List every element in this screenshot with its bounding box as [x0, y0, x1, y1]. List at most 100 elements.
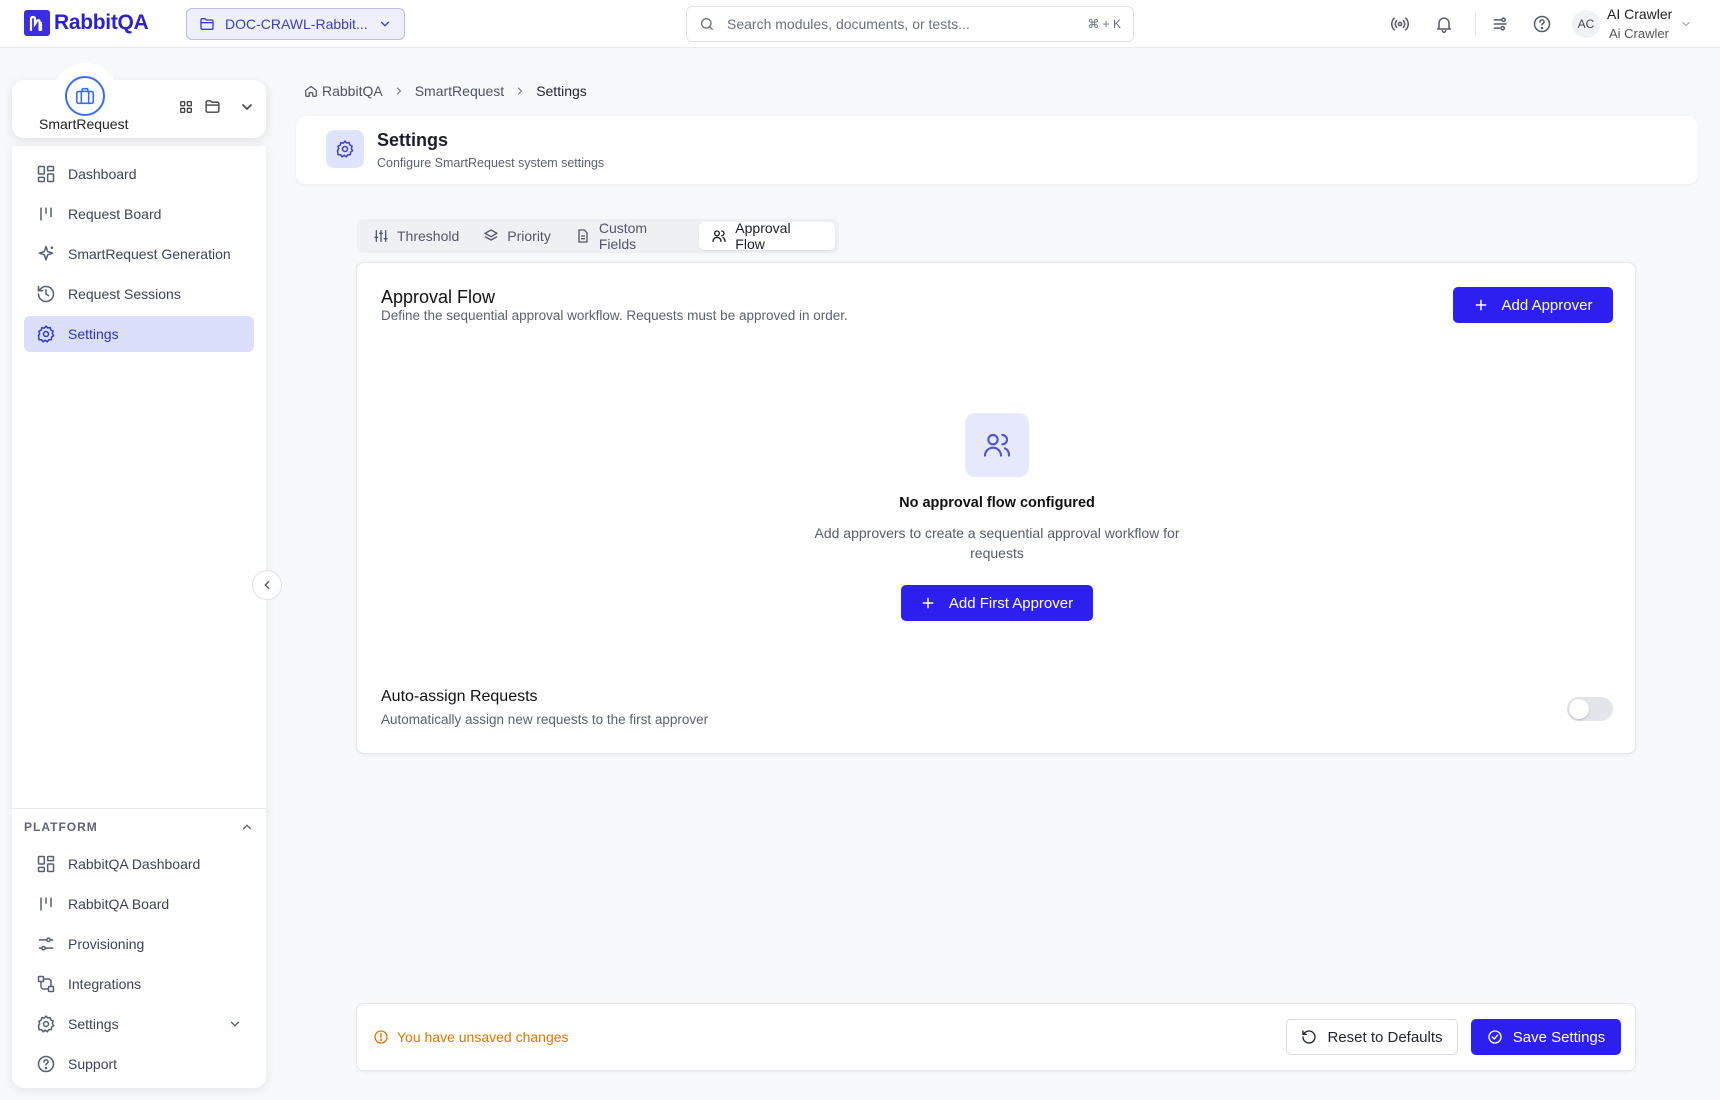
sidebar-item-label: Dashboard [68, 166, 137, 182]
sidebar-item-label: RabbitQA Board [68, 896, 170, 912]
chevron-right-icon [514, 85, 526, 97]
sidebar-item-smartrequest-generation[interactable]: SmartRequest Generation [24, 236, 254, 272]
sidebar-item-label: Settings [68, 326, 119, 342]
theme-icon[interactable] [1491, 14, 1511, 34]
unsaved-text: You have unsaved changes [397, 1029, 569, 1045]
tab-label: Approval Flow [735, 220, 791, 252]
sliders-icon [36, 934, 56, 954]
tab-label: Custom Fields [598, 220, 648, 252]
dashboard-icon [36, 164, 56, 184]
sidebar-item-label: SmartRequest Generation [68, 246, 231, 262]
module-name: SmartRequest [39, 116, 129, 132]
page-subtitle: Configure SmartRequest system settings [377, 156, 605, 170]
reset-icon [1301, 1029, 1317, 1045]
tab-priority[interactable]: Priority [471, 222, 563, 250]
sidebar-item-label: Support [68, 1056, 118, 1072]
module-actions [178, 98, 255, 115]
approval-flow-card: Approval Flow Define the sequential appr… [356, 262, 1636, 754]
section-description: Define the sequential approval workflow.… [381, 308, 848, 323]
settings-tabs: Threshold Priority Custom Fields Approva… [357, 219, 839, 253]
sidebar-item-provisioning[interactable]: Provisioning [24, 926, 254, 962]
chevron-down-icon[interactable] [239, 99, 255, 115]
project-select[interactable]: DOC-CRAWL-Rabbit... [186, 8, 405, 40]
divider [1475, 12, 1476, 36]
sidebar-item-label: Request Board [68, 206, 162, 222]
button-label: Add First Approver [948, 594, 1074, 612]
auto-assign-toggle[interactable] [1567, 697, 1613, 721]
empty-state-title: No approval flow configured [899, 495, 1095, 511]
button-label: Reset to Defaults [1327, 1028, 1443, 1046]
tab-label: Threshold [397, 228, 460, 244]
chevron-down-icon [378, 17, 392, 31]
breadcrumb-home[interactable]: RabbitQA [304, 83, 383, 99]
plus-icon [921, 596, 935, 610]
folder-icon [199, 16, 215, 32]
sidebar-item-label: RabbitQA Dashboard [68, 856, 201, 872]
integration-icon [36, 974, 56, 994]
breadcrumb-item[interactable]: SmartRequest [415, 83, 504, 99]
button-label: Add Approver [1501, 296, 1593, 314]
bell-icon[interactable] [1434, 14, 1454, 34]
save-settings-button[interactable]: Save Settings [1471, 1019, 1621, 1055]
section-title: Approval Flow [381, 287, 496, 307]
chevron-down-icon[interactable] [228, 1017, 242, 1031]
section-heading: PLATFORM [24, 820, 98, 834]
button-label: Save Settings [1512, 1028, 1606, 1046]
module-switcher: SmartRequest [12, 63, 266, 138]
sidebar-item-request-sessions[interactable]: Request Sessions [24, 276, 254, 312]
reset-defaults-button[interactable]: Reset to Defaults [1286, 1019, 1458, 1055]
sidebar-item-platform-settings[interactable]: Settings [24, 1006, 254, 1042]
chevron-right-icon [393, 85, 405, 97]
unsaved-notice: You have unsaved changes [373, 1029, 569, 1045]
sparkle-icon [36, 244, 56, 264]
tab-approval-flow[interactable]: Approval Flow [699, 220, 835, 252]
sidebar-item-label: Settings [68, 1016, 119, 1032]
broadcast-icon[interactable] [1390, 14, 1410, 34]
sidebar-item-dashboard[interactable]: Dashboard [24, 156, 254, 192]
sidebar-item-label: Request Sessions [68, 286, 181, 302]
logo-text: RabbitQA [54, 11, 149, 34]
gear-icon [326, 130, 364, 168]
breadcrumb: RabbitQA SmartRequest Settings [304, 83, 587, 99]
breadcrumb-item: RabbitQA [322, 83, 383, 99]
sidebar-item-integrations[interactable]: Integrations [24, 966, 254, 1002]
sidebar-item-settings[interactable]: Settings [24, 316, 254, 352]
avatar[interactable]: AC [1572, 10, 1600, 38]
chevron-left-icon [260, 578, 274, 592]
add-first-approver-button[interactable]: Add First Approver [901, 585, 1093, 621]
user-name[interactable]: AI Crawler [1607, 6, 1672, 22]
home-icon [304, 84, 318, 98]
folder-icon[interactable] [204, 98, 221, 115]
tab-custom-fields[interactable]: Custom Fields [563, 220, 699, 252]
search-bar[interactable]: ⌘ + K [686, 6, 1134, 42]
help-icon[interactable] [1532, 14, 1552, 34]
add-approver-button[interactable]: Add Approver [1453, 287, 1613, 323]
collapse-sidebar-button[interactable] [252, 570, 282, 600]
search-input[interactable] [727, 16, 1076, 32]
project-select-label: DOC-CRAWL-Rabbit... [225, 16, 368, 32]
layers-icon [483, 228, 499, 244]
platform-section-header[interactable]: PLATFORM [24, 820, 254, 834]
chevron-down-icon[interactable] [1680, 18, 1692, 30]
tab-threshold[interactable]: Threshold [361, 222, 471, 250]
gear-icon [36, 324, 56, 344]
check-circle-icon [1487, 1029, 1503, 1045]
grid-icon[interactable] [178, 99, 194, 115]
breadcrumb-current: Settings [536, 83, 587, 99]
logo[interactable]: RabbitQA [24, 10, 149, 36]
rabbit-logo-icon [24, 10, 50, 36]
search-icon [699, 16, 715, 32]
sidebar-item-rabbitqa-board[interactable]: RabbitQA Board [24, 886, 254, 922]
document-icon [575, 228, 591, 244]
sidebar-item-request-board[interactable]: Request Board [24, 196, 254, 232]
board-icon [36, 204, 56, 224]
sidebar-item-rabbitqa-dashboard[interactable]: RabbitQA Dashboard [24, 846, 254, 882]
history-icon [36, 284, 56, 304]
sidebar-item-label: Integrations [68, 976, 142, 992]
chevron-up-icon[interactable] [240, 820, 254, 834]
alert-circle-icon [373, 1029, 389, 1045]
sidebar-item-support[interactable]: Support [24, 1046, 254, 1082]
tab-label: Priority [507, 228, 551, 244]
search-shortcut: ⌘ + K [1087, 17, 1121, 31]
auto-assign-description: Automatically assign new requests to the… [381, 712, 709, 727]
